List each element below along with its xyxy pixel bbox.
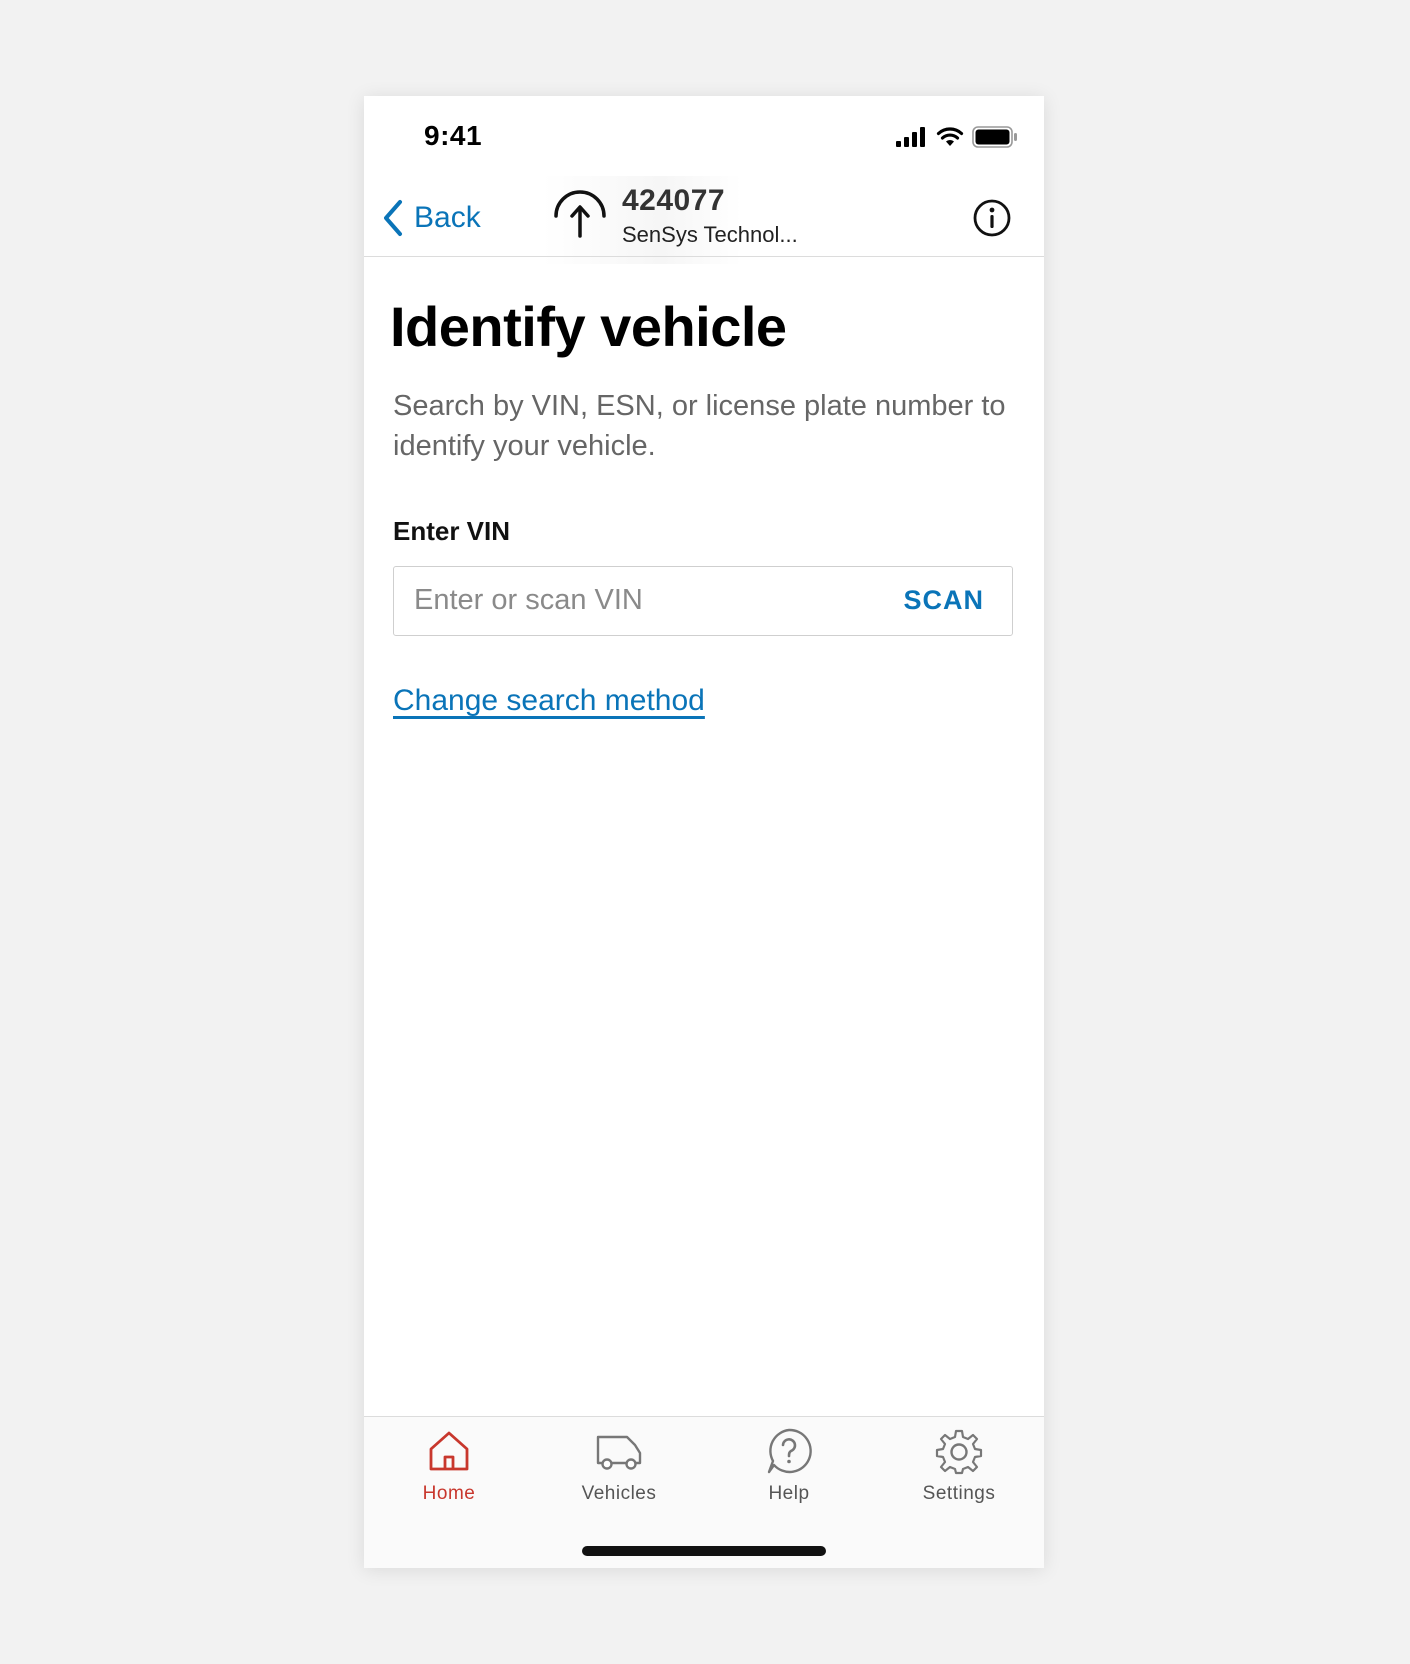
- truck-icon: [596, 1435, 642, 1470]
- device-id: 424077: [622, 184, 726, 217]
- chevron-left-icon: [384, 200, 402, 236]
- vin-input[interactable]: [394, 567, 884, 634]
- back-button[interactable]: Back: [382, 196, 481, 240]
- nav-divider: [364, 256, 1044, 257]
- phone-screen: 9:41 Back 424077 SenSys Technol... Ident…: [364, 96, 1044, 1568]
- tab-settings[interactable]: Settings: [874, 1427, 1044, 1517]
- device-header: 424077 SenSys Technol...: [542, 176, 902, 264]
- vin-label: Enter VIN: [393, 516, 511, 546]
- tab-help[interactable]: Help: [704, 1427, 874, 1517]
- tab-home-label: Home: [422, 1483, 476, 1504]
- page-description: Search by VIN, ESN, or license plate num…: [393, 390, 1006, 462]
- vin-field: SCAN: [393, 566, 1013, 636]
- help-icon: [767, 1428, 812, 1474]
- navigation-bar: Back 424077 SenSys Technol...: [364, 96, 1044, 272]
- tab-vehicles[interactable]: Vehicles: [534, 1427, 704, 1517]
- tab-help-label: Help: [768, 1483, 810, 1504]
- page-title: Identify vehicle: [390, 295, 787, 358]
- home-indicator[interactable]: [582, 1546, 826, 1556]
- change-search-method-link[interactable]: Change search method: [393, 684, 705, 718]
- tab-settings-label: Settings: [922, 1483, 996, 1504]
- scan-button[interactable]: SCAN: [903, 585, 984, 616]
- tab-home[interactable]: Home: [364, 1427, 534, 1517]
- home-icon: [429, 1431, 469, 1471]
- upload-arc-icon: [554, 190, 606, 238]
- tab-vehicles-label: Vehicles: [581, 1483, 657, 1504]
- device-name: SenSys Technol...: [622, 222, 798, 247]
- gear-icon: [935, 1429, 983, 1475]
- back-label: Back: [414, 201, 481, 234]
- info-icon[interactable]: [972, 198, 1012, 238]
